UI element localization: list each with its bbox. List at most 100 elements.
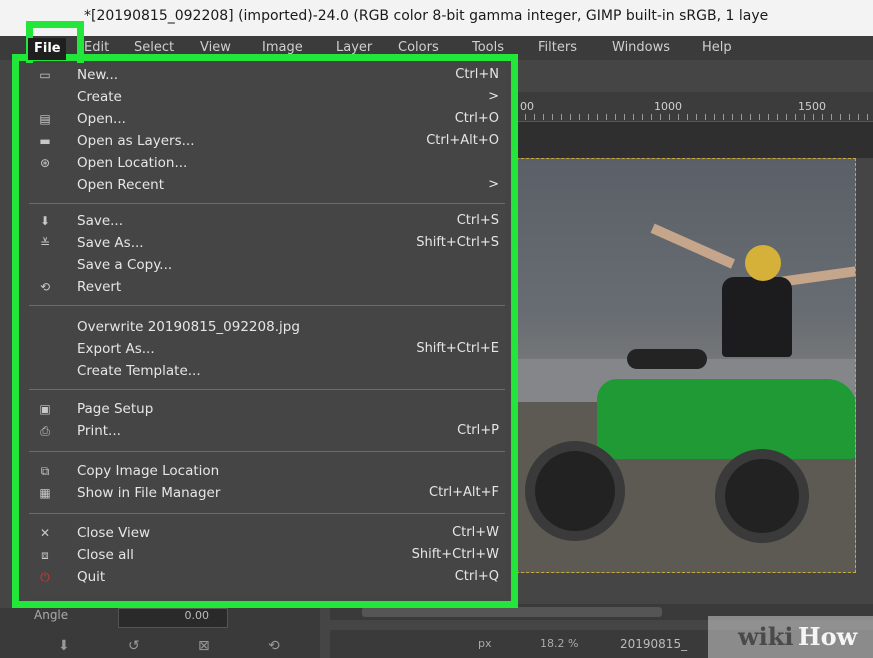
menu-item-create-template[interactable]: Create Template... [29,361,505,383]
close-icon: ✕ [39,526,51,540]
menu-item-open-recent[interactable]: Open Recent > [29,175,505,197]
menu-item-print[interactable]: ⎙ Print... Ctrl+P [29,421,505,443]
menu-filters[interactable]: Filters [538,40,577,55]
save-icon: ⬇ [39,214,51,228]
menu-item-shortcut: Shift+Ctrl+W [411,547,499,562]
menu-item-shortcut: Shift+Ctrl+E [416,341,499,356]
menu-item-label: Open as Layers... [77,133,195,149]
menu-separator [29,513,505,514]
restore-icon[interactable]: ↺ [128,638,140,654]
menu-item-label: Revert [77,279,122,295]
print-icon: ⎙ [40,424,50,438]
menu-select[interactable]: Select [134,40,174,55]
menu-item-label: Print... [77,423,121,439]
menu-item-open[interactable]: ▤ Open... Ctrl+O [29,109,505,131]
reset-icon[interactable]: ⟲ [268,638,280,654]
menu-item-shortcut: Ctrl+W [452,525,499,540]
zoom-select[interactable]: 18.2 % [540,637,578,650]
quit-icon: ⏻ [40,570,50,584]
tool-options-panel: Angle 0.00 ⬇ ↺ ⊠ ⟲ [0,608,320,658]
menu-item-label: Copy Image Location [77,463,220,479]
menu-item-shortcut: Ctrl+Alt+F [429,485,499,500]
menu-item-close-view[interactable]: ✕ Close View Ctrl+W [29,523,505,545]
menu-item-shortcut: Shift+Ctrl+S [416,235,499,250]
menu-view[interactable]: View [200,40,231,55]
menu-separator [29,203,505,204]
menu-tools[interactable]: Tools [472,40,504,55]
scrollbar-thumb[interactable] [362,607,662,617]
menu-item-label: Quit [77,569,106,585]
menu-help[interactable]: Help [702,40,732,55]
menu-item-quit[interactable]: ⏻ Quit Ctrl+Q [29,567,505,589]
angle-input[interactable]: 0.00 [118,608,228,628]
menu-item-label: Open Recent [77,177,165,193]
menu-item-label: New... [77,67,119,83]
menu-item-label: Overwrite 20190815_092208.jpg [77,319,300,335]
menu-item-show-in-file-manager[interactable]: ▦ Show in File Manager Ctrl+Alt+F [29,483,505,505]
menu-item-label: Page Setup [77,401,154,417]
globe-icon: ⊛ [39,156,51,170]
photo-wheel [525,441,625,541]
menu-item-revert[interactable]: ⟲ Revert [29,277,505,299]
ruler-tick: 1000 [654,100,682,113]
menu-item-copy-image-location[interactable]: ⧉ Copy Image Location [29,461,505,483]
photo-arm [650,223,736,269]
submenu-arrow-icon: > [488,177,499,192]
menu-colors[interactable]: Colors [398,40,439,55]
menu-layer[interactable]: Layer [336,40,372,55]
menu-item-label: Close all [77,547,134,563]
menu-item-overwrite[interactable]: Overwrite 20190815_092208.jpg [29,317,505,339]
save-as-icon: ≚ [39,236,51,250]
menu-item-label: Save a Copy... [77,257,173,273]
menu-item-export-as[interactable]: Export As... Shift+Ctrl+E [29,339,505,361]
menu-item-save-as[interactable]: ≚ Save As... Shift+Ctrl+S [29,233,505,255]
watermark-wiki: wiki [738,622,794,651]
window-title: *[20190815_092208] (imported)-24.0 (RGB … [84,8,769,24]
menu-item-save[interactable]: ⬇ Save... Ctrl+S [29,211,505,233]
menu-image[interactable]: Image [262,40,303,55]
file-menu-highlight: ▭ New... Ctrl+N Create > ▤ Open... Ctrl+… [12,21,518,608]
open-icon: ▤ [39,112,51,126]
menu-windows[interactable]: Windows [612,40,670,55]
menu-item-save-copy[interactable]: Save a Copy... [29,255,505,277]
delete-icon[interactable]: ⊠ [198,638,210,654]
open-layers-icon: ▬ [39,134,51,148]
menu-separator [29,389,505,390]
menu-item-label: Open... [77,111,126,127]
menu-item-open-as-layers[interactable]: ▬ Open as Layers... Ctrl+Alt+O [29,131,505,153]
menu-separator [29,451,505,452]
file-manager-icon: ▦ [39,486,51,500]
image-canvas[interactable] [516,158,856,573]
window-titlebar: *[20190815_092208] (imported)-24.0 (RGB … [0,0,873,36]
photo-arm [781,265,855,287]
wikihow-watermark: wiki How [708,616,873,658]
menu-item-close-all[interactable]: ⧈ Close all Shift+Ctrl+W [29,545,505,567]
new-icon: ▭ [39,68,51,82]
menu-file[interactable]: File [28,38,66,60]
save-preset-icon[interactable]: ⬇ [58,638,70,654]
menu-item-label: Create Template... [77,363,201,379]
ruler-tick: 1500 [798,100,826,113]
menu-item-create[interactable]: Create > [29,87,505,109]
menu-item-open-location[interactable]: ⊛ Open Location... [29,153,505,175]
menu-item-page-setup[interactable]: ▣ Page Setup [29,399,505,421]
menu-item-shortcut: Ctrl+O [454,111,499,126]
menu-item-shortcut: Ctrl+N [455,67,499,82]
menu-item-shortcut: Ctrl+Q [454,569,499,584]
unit-select[interactable]: px [478,637,492,650]
menu-separator [29,305,505,306]
menu-item-label: Create [77,89,122,105]
page-setup-icon: ▣ [39,402,51,416]
close-all-icon: ⧈ [41,548,49,562]
ruler-tick: 00 [520,100,534,113]
menu-item-shortcut: Ctrl+S [456,213,499,228]
copy-location-icon: ⧉ [40,464,50,478]
menu-edit[interactable]: Edit [84,40,109,55]
menu-item-new[interactable]: ▭ New... Ctrl+N [29,65,505,87]
menu-item-label: Export As... [77,341,155,357]
submenu-arrow-icon: > [488,89,499,104]
horizontal-ruler[interactable]: 00 1000 1500 [516,92,873,122]
menu-item-label: Show in File Manager [77,485,221,501]
photo-seat [627,349,707,369]
ruler-marks [516,114,873,120]
